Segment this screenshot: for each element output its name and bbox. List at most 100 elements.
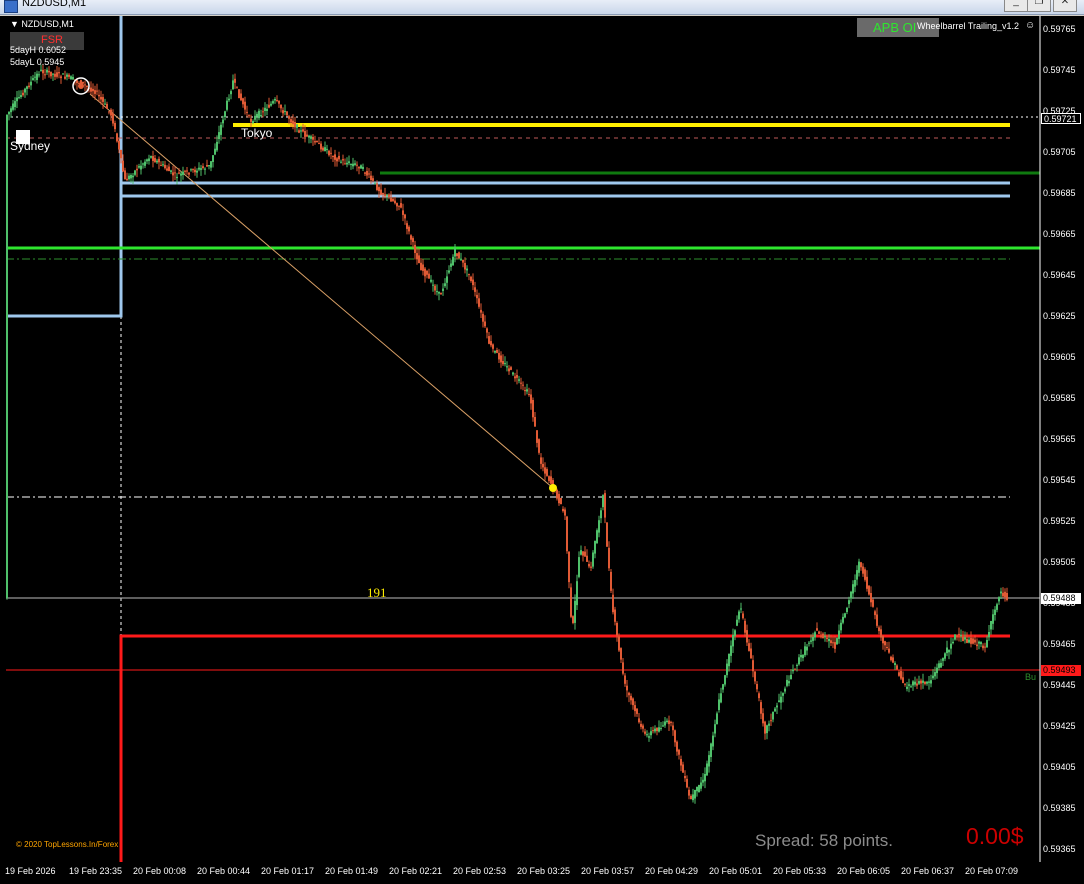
candle-body (126, 178, 128, 181)
candle-body (488, 336, 490, 344)
candle-body (650, 731, 652, 736)
candle-body (48, 70, 50, 73)
candle-body (70, 76, 72, 80)
candle-body (686, 778, 688, 788)
candle-body (596, 530, 598, 544)
candle-body (654, 728, 656, 732)
candle-body (826, 637, 828, 639)
candle-body (308, 135, 310, 138)
candle-body (808, 642, 810, 644)
candle-body (628, 692, 630, 696)
candle-body (894, 663, 896, 665)
candle-body (906, 686, 908, 689)
candle-body (880, 629, 882, 638)
candle-body (1000, 591, 1002, 594)
candle-body (378, 187, 380, 192)
sydney-session-label: Sydney (10, 139, 51, 153)
candle-body (298, 130, 300, 133)
candle-body (264, 107, 266, 111)
candle-body (82, 81, 84, 84)
candle-body (820, 635, 822, 637)
candle-body (758, 693, 760, 699)
candle-body (956, 635, 958, 637)
candle-body (984, 646, 986, 648)
candle-body (822, 633, 824, 639)
candle-body (188, 172, 190, 175)
apb-label: APB OI (873, 20, 917, 35)
price-axis-label: 0.59405 (1043, 762, 1076, 772)
five-day-high-label: 5dayH 0.6052 (10, 45, 67, 55)
candle-body (766, 725, 768, 734)
candle-body (666, 720, 668, 722)
candle-body (938, 663, 940, 668)
candle-body (928, 681, 930, 683)
candle-body (466, 268, 468, 271)
candle-body (108, 111, 110, 113)
candle-body (408, 226, 410, 232)
candle-body (730, 645, 732, 656)
price-axis-label: 0.59645 (1043, 270, 1076, 280)
candle-body (282, 110, 284, 114)
candle-body (492, 344, 494, 349)
candle-body (602, 495, 604, 508)
candle-body (878, 627, 880, 632)
candle-body (506, 366, 508, 368)
candle-body (374, 182, 376, 184)
candle-body (116, 133, 118, 142)
price-axis-label: 0.59365 (1043, 844, 1076, 854)
chart-window-icon (4, 0, 18, 13)
candle-body (866, 576, 868, 589)
candle-body (174, 172, 176, 174)
minimize-button[interactable]: _ (1004, 0, 1028, 12)
candle-body (148, 158, 150, 161)
candle-body (478, 298, 480, 307)
candle-body (460, 259, 462, 261)
candle-body (940, 662, 942, 668)
candle-body (270, 103, 272, 106)
candle-body (692, 794, 694, 801)
candle-body (434, 285, 436, 291)
candle-body (86, 86, 88, 87)
time-axis-label: 20 Feb 03:25 (517, 866, 571, 876)
candle-body (388, 194, 390, 197)
candle-body (876, 614, 878, 626)
candle-body (550, 476, 552, 484)
candle-body (936, 667, 938, 674)
close-button[interactable]: ✕ (1053, 0, 1077, 12)
candle-body (922, 680, 924, 683)
diagonal-trendline (89, 93, 554, 489)
candle-body (358, 166, 360, 169)
candle-body (754, 671, 756, 682)
window-titlebar[interactable]: NZDUSD,M1 _ ❐ ✕ (0, 0, 1084, 15)
candle-body (884, 641, 886, 646)
candle-body (838, 630, 840, 639)
candle-body (652, 730, 654, 732)
candle-body (760, 702, 762, 714)
candle-body (1002, 592, 1004, 597)
restore-button[interactable]: ❐ (1027, 0, 1051, 12)
candle-body (698, 785, 700, 793)
candle-body (420, 262, 422, 271)
candle-body (470, 276, 472, 281)
candle-body (136, 168, 138, 171)
candle-body (736, 619, 738, 626)
price-axis-label: 0.59745 (1043, 65, 1076, 75)
copyright-label: © 2020 TopLessons.In/Forex (16, 840, 119, 849)
price-axis-label: 0.59465 (1043, 639, 1076, 649)
candle-body (658, 727, 660, 732)
candle-body (744, 620, 746, 633)
candle-body (556, 489, 558, 499)
time-axis-label: 19 Feb 2026 (5, 866, 56, 876)
candle-body (228, 98, 230, 101)
symbol-menu[interactable]: ▼ NZDUSD,M1 (10, 19, 74, 29)
candle-body (196, 170, 198, 173)
candle-body (610, 571, 612, 591)
candle-body (518, 379, 520, 381)
candle-body (472, 279, 474, 286)
candle-body (268, 104, 270, 108)
candle-body (958, 633, 960, 635)
price-chart-area[interactable]: ▼ NZDUSD,M1 FSR 5dayH 0.6052 5dayL 0.594… (0, 16, 1084, 862)
candle-body (616, 623, 618, 636)
candle-body (656, 727, 658, 732)
candle-body (72, 77, 74, 80)
